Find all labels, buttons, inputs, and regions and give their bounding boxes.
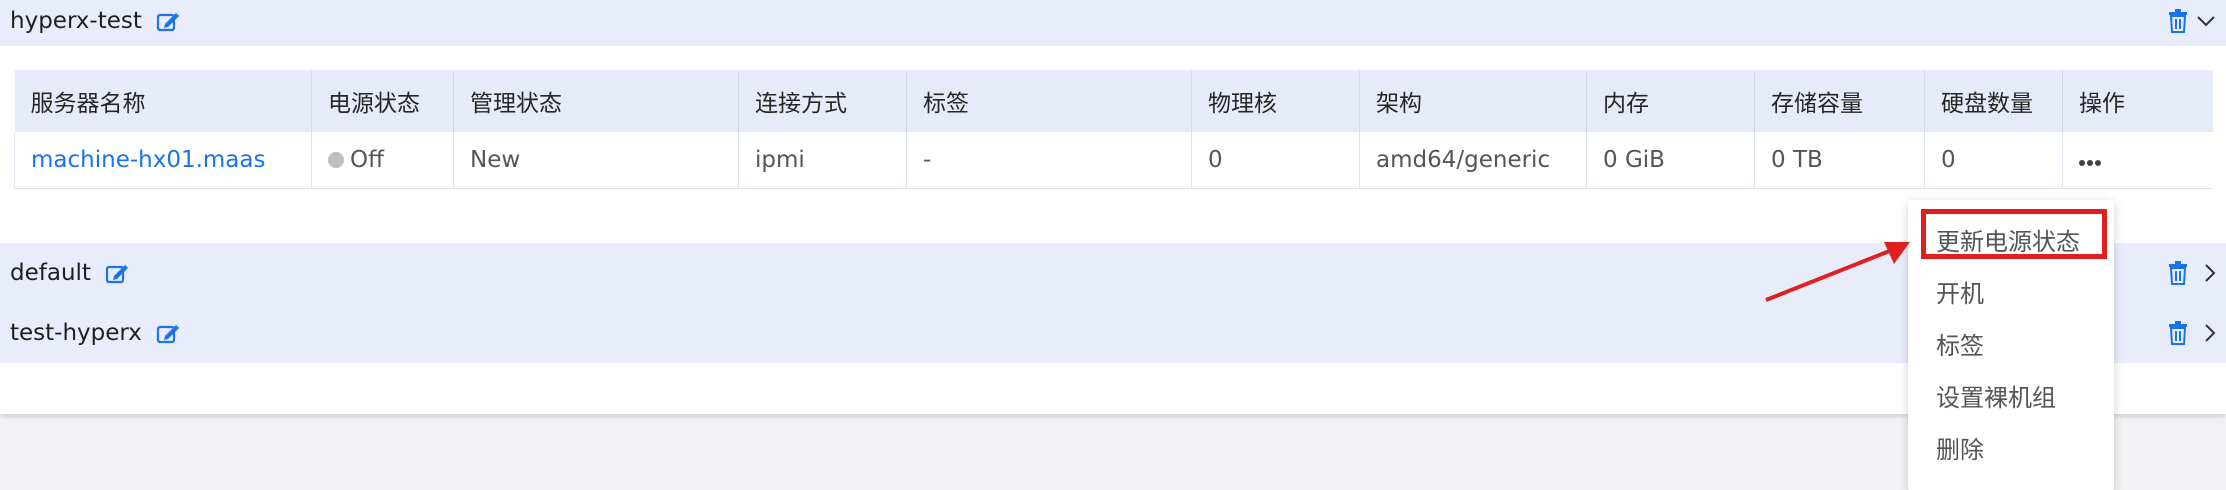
highlight-box xyxy=(1921,209,2107,259)
col-header-storage: 存储容量 xyxy=(1754,70,1925,132)
col-header-conn: 连接方式 xyxy=(738,70,907,132)
cell-memory: 0 GiB xyxy=(1586,132,1755,189)
edit-icon[interactable] xyxy=(105,262,131,284)
power-status-text: Off xyxy=(350,147,384,173)
cell-manage: New xyxy=(453,132,739,189)
chevron-down-icon[interactable] xyxy=(2196,15,2216,27)
chevron-right-icon[interactable] xyxy=(2204,323,2216,343)
col-header-cores: 物理核 xyxy=(1191,70,1360,132)
menu-item-delete[interactable]: 删除 xyxy=(1936,430,1984,465)
menu-item-power-on[interactable]: 开机 xyxy=(1936,274,1984,309)
menu-item-tags[interactable]: 标签 xyxy=(1936,326,1984,361)
group-title: test-hyperx xyxy=(10,320,142,346)
group-title: default xyxy=(10,260,91,286)
server-group-panel: hyperx-test 服务器名称 电源状态 管理状态 连接方式 标签 物理核 … xyxy=(0,0,2226,414)
cell-name: machine-hx01.maas xyxy=(14,132,312,189)
group-header-hyperx-test[interactable]: hyperx-test xyxy=(0,0,2226,46)
chevron-right-icon[interactable] xyxy=(2204,263,2216,283)
cell-storage: 0 TB xyxy=(1754,132,1925,189)
cell-power: Off xyxy=(311,132,454,189)
cell-actions xyxy=(2062,132,2213,189)
server-name-link[interactable]: machine-hx01.maas xyxy=(31,147,265,173)
cell-arch: amd64/generic xyxy=(1359,132,1587,189)
annotation-arrow-icon xyxy=(1765,242,1910,302)
trash-icon[interactable] xyxy=(2168,321,2188,345)
more-icon[interactable] xyxy=(2079,147,2101,173)
col-header-tags: 标签 xyxy=(906,70,1192,132)
trash-icon[interactable] xyxy=(2168,261,2188,285)
cell-cores: 0 xyxy=(1191,132,1360,189)
col-header-arch: 架构 xyxy=(1359,70,1587,132)
power-status-dot xyxy=(328,152,344,168)
trash-icon[interactable] xyxy=(2168,9,2188,33)
table-header-row: 服务器名称 电源状态 管理状态 连接方式 标签 物理核 架构 内存 存储容量 硬… xyxy=(14,70,2213,132)
group-title: hyperx-test xyxy=(10,8,142,34)
col-header-actions: 操作 xyxy=(2062,70,2213,132)
group-header-test-hyperx[interactable]: test-hyperx xyxy=(0,303,2226,363)
table-row: machine-hx01.maas Off New ipmi - 0 amd64… xyxy=(14,132,2213,189)
cell-tags: - xyxy=(906,132,1192,189)
col-header-manage: 管理状态 xyxy=(453,70,739,132)
col-header-power: 电源状态 xyxy=(311,70,454,132)
col-header-memory: 内存 xyxy=(1586,70,1755,132)
cell-conn: ipmi xyxy=(738,132,907,189)
col-header-disks: 硬盘数量 xyxy=(1924,70,2063,132)
edit-icon[interactable] xyxy=(156,322,182,344)
menu-item-set-group[interactable]: 设置裸机组 xyxy=(1936,378,2056,413)
server-table: 服务器名称 电源状态 管理状态 连接方式 标签 物理核 架构 内存 存储容量 硬… xyxy=(14,70,2213,189)
col-header-name: 服务器名称 xyxy=(14,70,312,132)
cell-disks: 0 xyxy=(1924,132,2063,189)
edit-icon[interactable] xyxy=(156,10,182,32)
